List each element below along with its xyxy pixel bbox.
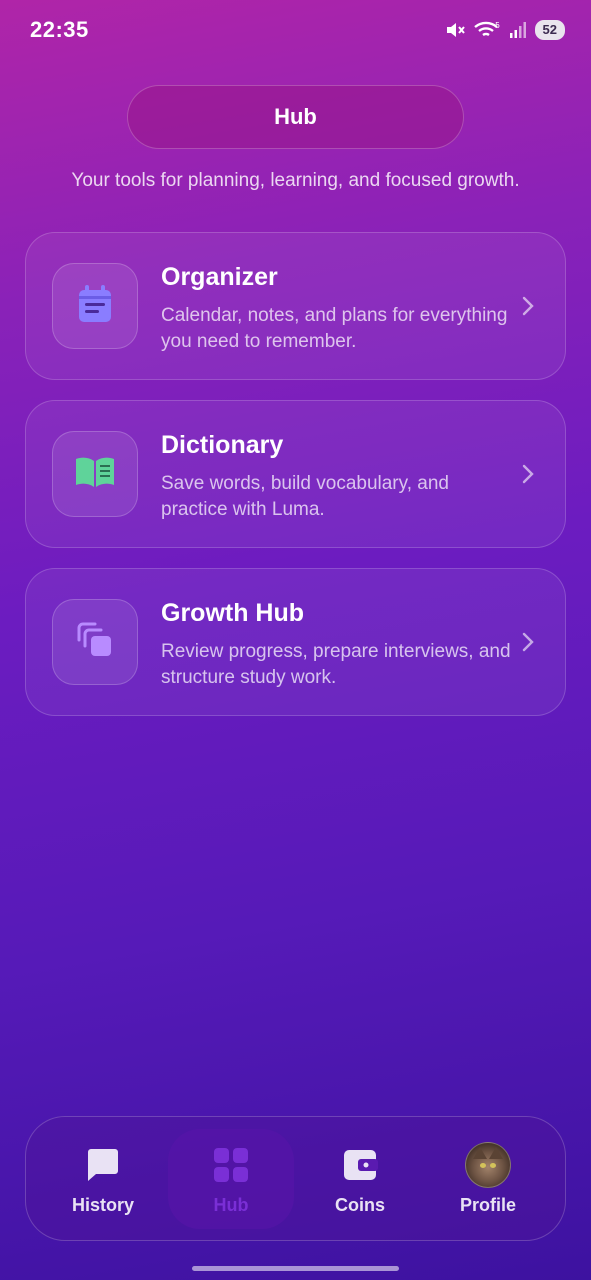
- card-dictionary[interactable]: Dictionary Save words, build vocabulary,…: [25, 400, 566, 548]
- copy-stack-icon: [75, 620, 115, 665]
- nav-label: Profile: [459, 1195, 516, 1215]
- card-title: Organizer: [161, 263, 278, 291]
- wallet-icon: [342, 1145, 378, 1185]
- card-description: Calendar, notes, and plans for everythin…: [161, 305, 508, 352]
- page-title: Hub: [274, 104, 317, 129]
- nav-item-coins[interactable]: Coins: [297, 1129, 423, 1229]
- card-title: Growth Hub: [161, 599, 305, 627]
- status-icons: 5 52: [445, 20, 565, 40]
- signal-icon: [509, 21, 527, 39]
- profile-avatar-icon: [465, 1142, 511, 1188]
- calendar-icon: [77, 284, 113, 329]
- battery-indicator: 52: [534, 20, 565, 40]
- book-icon: [74, 455, 116, 494]
- nav-item-history[interactable]: History: [40, 1129, 166, 1229]
- bottom-navigation: History Hub Coins Profile: [25, 1116, 566, 1241]
- card-icon-box: [52, 431, 138, 517]
- card-icon-box: [52, 599, 138, 685]
- nav-label: Coins: [334, 1195, 385, 1215]
- page-title-pill: Hub: [127, 85, 464, 149]
- card-organizer[interactable]: Organizer Calendar, notes, and plans for…: [25, 232, 566, 380]
- nav-label: History: [71, 1195, 134, 1215]
- chat-bubble-icon: [84, 1145, 122, 1185]
- nav-item-hub[interactable]: Hub: [168, 1129, 294, 1229]
- chevron-right-icon: [521, 295, 535, 322]
- card-description: Save words, build vocabulary, and practi…: [161, 473, 449, 520]
- grid-icon: [212, 1145, 250, 1185]
- card-description: Review progress, prepare interviews, and…: [161, 641, 511, 688]
- chevron-right-icon: [521, 463, 535, 490]
- chevron-right-icon: [521, 631, 535, 658]
- status-bar: 22:35 5 52: [0, 0, 591, 60]
- mute-icon: [445, 20, 465, 40]
- page-subtitle: Your tools for planning, learning, and f…: [71, 170, 520, 191]
- status-time: 22:35: [30, 17, 89, 42]
- avatar: [465, 1142, 511, 1188]
- home-indicator[interactable]: [192, 1266, 399, 1271]
- card-growth-hub[interactable]: Growth Hub Review progress, prepare inte…: [25, 568, 566, 716]
- card-title: Dictionary: [161, 431, 284, 459]
- network-label: 5: [495, 21, 500, 30]
- nav-item-profile[interactable]: Profile: [425, 1129, 551, 1229]
- nav-label: Hub: [213, 1195, 249, 1215]
- card-icon-box: [52, 263, 138, 349]
- wifi-icon: 5: [473, 20, 501, 40]
